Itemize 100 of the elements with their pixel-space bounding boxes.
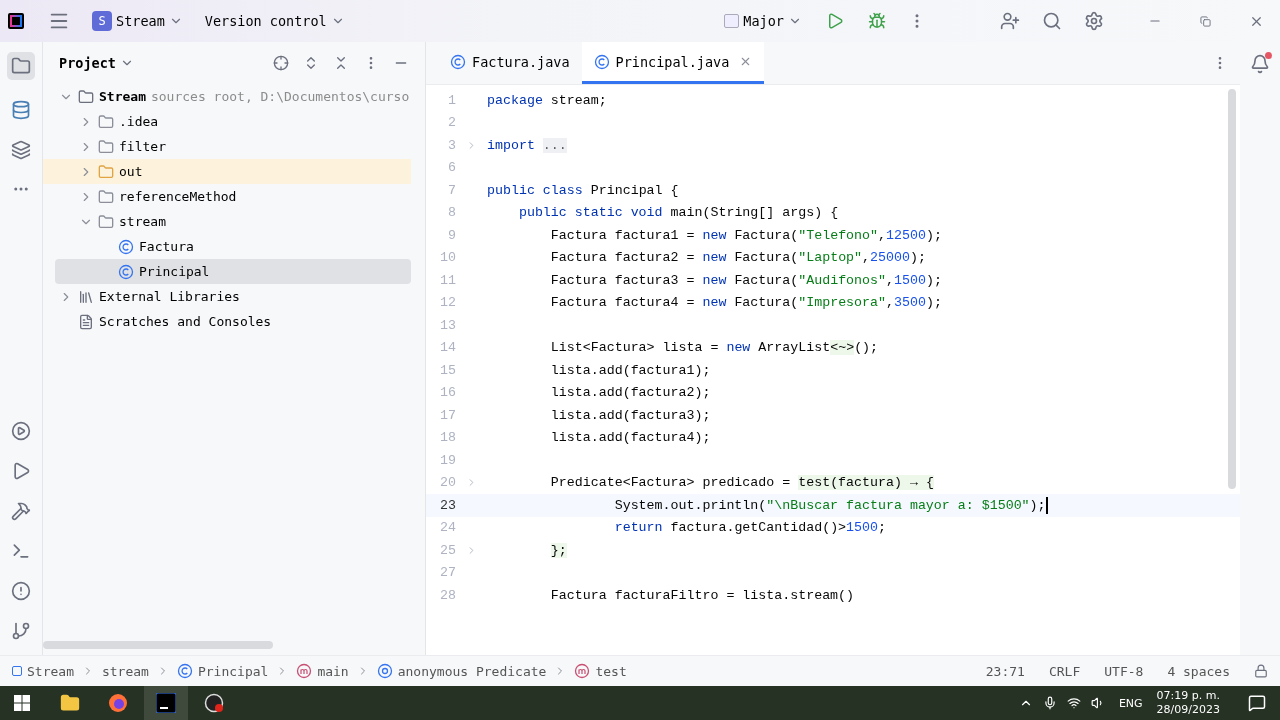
- tree-item[interactable]: out: [43, 159, 411, 184]
- breadcrumb[interactable]: Stream: [12, 663, 74, 679]
- tree-item-label: Stream: [99, 89, 146, 104]
- code-line: List<Factura> lista = new ArrayList<~>();: [549, 340, 879, 356]
- status-item[interactable]: UTF-8: [1096, 663, 1152, 679]
- run-icon[interactable]: [826, 12, 844, 30]
- add-user-icon[interactable]: [1000, 11, 1020, 31]
- language-indicator[interactable]: ENG: [1118, 696, 1143, 710]
- horizontal-scrollbar[interactable]: [43, 641, 273, 649]
- git-icon[interactable]: [11, 621, 31, 641]
- status-item[interactable]: 23:71: [977, 663, 1033, 679]
- tree-item-label: .idea: [119, 114, 159, 129]
- lock-icon[interactable]: [1254, 664, 1268, 678]
- tree-item-label: Principal: [139, 264, 210, 279]
- tree-item-hint: sources root, D:\Documentos\curso: [150, 89, 410, 104]
- tree-item-label: External Libraries: [99, 289, 240, 304]
- folder-icon: [98, 163, 114, 180]
- status-item[interactable]: CRLF: [1040, 663, 1089, 679]
- wifi-icon[interactable]: [1066, 696, 1081, 710]
- code-line: public static void main(String[] args) {: [517, 205, 839, 221]
- services-icon[interactable]: [11, 421, 31, 441]
- code-line: lista.add(factura1);: [549, 362, 711, 378]
- code-line: Factura factura3 = new Factura("Audifonos",1500);: [549, 272, 942, 288]
- tree-item-label: stream: [119, 214, 166, 229]
- scratches-icon: [78, 313, 94, 330]
- tree-item[interactable]: Principal: [55, 259, 411, 284]
- code-line: System.out.println("\nBuscar factura mayor a: $1500");: [613, 497, 1046, 513]
- line-number: 3: [447, 137, 456, 153]
- microphone-icon[interactable]: [1042, 696, 1057, 710]
- editor-tab[interactable]: Principal.java: [581, 42, 765, 84]
- restore-icon[interactable]: [1200, 15, 1211, 27]
- tree-item-label: Factura: [139, 239, 194, 254]
- notifications-icon[interactable]: [1250, 54, 1270, 74]
- library-icon: [78, 288, 94, 305]
- line-number: 7: [447, 182, 456, 198]
- terminal-icon[interactable]: [11, 541, 31, 561]
- code-line: lista.add(factura3);: [549, 407, 711, 423]
- code-line: public class Principal {: [487, 182, 679, 198]
- line-number: 1: [447, 92, 456, 108]
- problems-icon[interactable]: [11, 581, 31, 601]
- panel-title[interactable]: Project: [59, 55, 134, 71]
- tree-item-label: referenceMethod: [119, 189, 237, 204]
- line-number: 27: [439, 565, 456, 581]
- settings-icon[interactable]: [1084, 11, 1104, 31]
- line-number: 19: [439, 452, 456, 468]
- line-number: 18: [439, 430, 456, 446]
- structure-icon[interactable]: [11, 140, 31, 160]
- breadcrumb[interactable]: Principal: [176, 663, 269, 679]
- line-number: 8: [447, 205, 456, 221]
- line-number: 16: [439, 385, 456, 401]
- line-number: 28: [439, 587, 456, 603]
- class-icon: [118, 263, 134, 280]
- breadcrumb[interactable]: stream: [101, 663, 149, 679]
- tree-item[interactable]: External Libraries: [43, 284, 411, 309]
- code-line: Factura factura2 = new Factura("Laptop",25000);: [549, 250, 926, 266]
- run-config-selector[interactable]: Major: [724, 13, 802, 29]
- tree-item[interactable]: Scratches and Consoles: [43, 309, 411, 334]
- line-number: 17: [439, 407, 456, 423]
- database-icon[interactable]: [11, 100, 31, 120]
- line-number: 15: [439, 362, 456, 378]
- breadcrumb[interactable]: test: [574, 663, 627, 679]
- vcs-selector[interactable]: Version control: [204, 13, 345, 29]
- tree-item[interactable]: filter: [43, 134, 411, 159]
- code-line: Factura factura4 = new Factura("Impresora",3500);: [549, 295, 942, 311]
- class-icon: [176, 663, 193, 679]
- search-icon[interactable]: [1042, 11, 1062, 31]
- class-icon: [450, 53, 466, 70]
- build-icon[interactable]: [11, 501, 31, 521]
- run-icon[interactable]: [11, 461, 31, 481]
- package-icon: [98, 188, 114, 205]
- project-selector[interactable]: S Stream: [92, 11, 183, 31]
- code-line: import ...: [487, 137, 567, 153]
- code-line: Predicate<Factura> predicado = test(factura) → {: [549, 475, 934, 491]
- tree-item[interactable]: Stream sources root, D:\Documentos\curso: [43, 84, 411, 109]
- module-icon: [12, 666, 22, 676]
- code-line: package stream;: [487, 92, 607, 108]
- notification-center-icon[interactable]: [1248, 694, 1266, 712]
- code-line: Factura facturaFiltro = lista.stream(): [549, 587, 855, 603]
- project-icon[interactable]: [7, 52, 35, 80]
- vertical-scrollbar[interactable]: [1228, 89, 1236, 489]
- tree-item[interactable]: referenceMethod: [43, 184, 411, 209]
- tree-item[interactable]: .idea: [43, 109, 411, 134]
- locate-icon[interactable]: [273, 55, 289, 71]
- module-icon: [78, 88, 94, 105]
- editor-tab[interactable]: Factura.java: [438, 42, 582, 84]
- line-number: 24: [439, 520, 456, 536]
- breadcrumb[interactable]: main: [296, 663, 349, 679]
- app-logo-icon[interactable]: [8, 13, 24, 29]
- line-number: 9: [447, 227, 456, 243]
- anonymous-class-icon: [376, 663, 393, 679]
- tree-item-label: out: [119, 164, 143, 179]
- line-number: 23: [439, 497, 456, 513]
- debug-icon[interactable]: [868, 12, 886, 30]
- line-number: 6: [447, 160, 456, 176]
- tree-item[interactable]: Factura: [43, 234, 411, 259]
- line-number: 25: [439, 542, 456, 558]
- clock[interactable]: 07:19 p. m. 28/09/2023: [1146, 688, 1230, 718]
- status-item[interactable]: 4 spaces: [1159, 663, 1238, 679]
- breadcrumb[interactable]: anonymous Predicate: [376, 663, 547, 679]
- tree-item[interactable]: stream: [43, 209, 411, 234]
